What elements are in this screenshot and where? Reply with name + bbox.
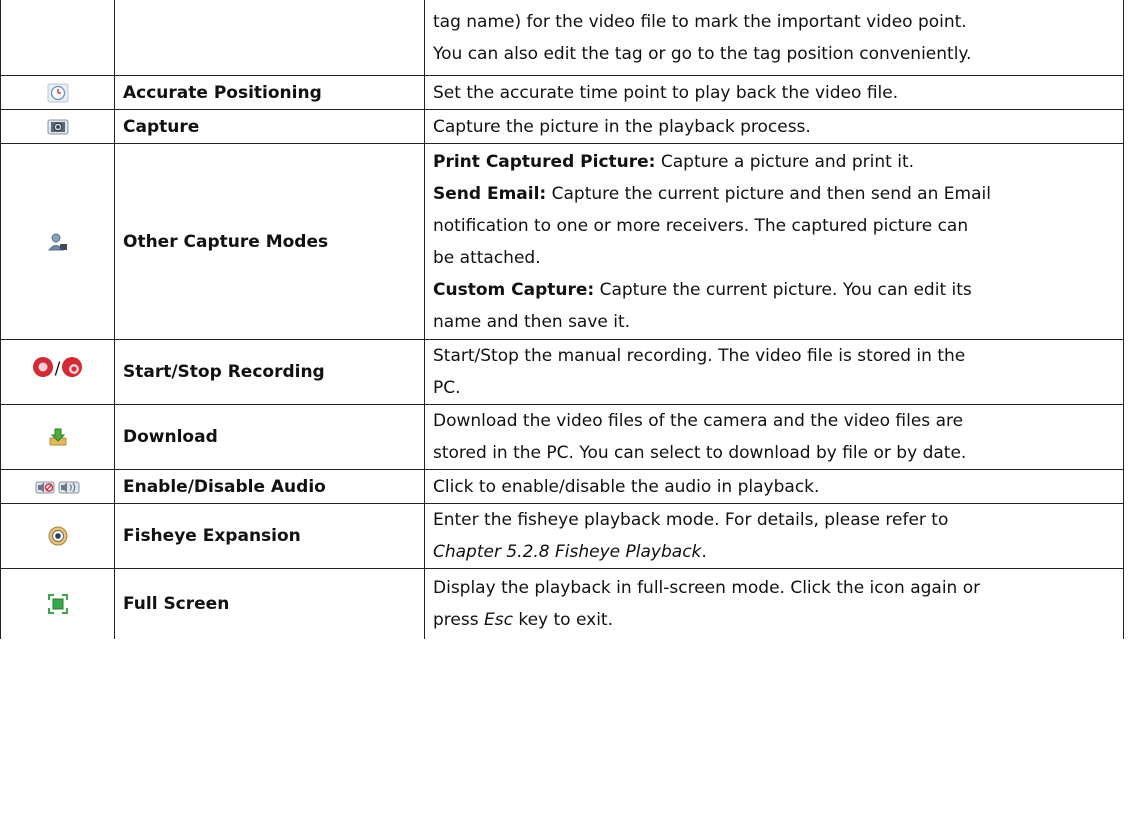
- description-line: Download the video files of the camera a…: [433, 411, 964, 431]
- feature-name: Fisheye Expansion: [114, 503, 425, 569]
- item-term: Custom Capture:: [433, 279, 595, 300]
- description-line: You can also edit the tag or go to the t…: [433, 43, 972, 64]
- table-row: Other Capture Modes Print Captured Pictu…: [0, 143, 1124, 340]
- table-row: tag name) for the video file to mark the…: [0, 0, 1124, 76]
- feature-name: Other Capture Modes: [114, 143, 425, 340]
- description-line: Set the accurate time point to play back…: [433, 82, 899, 103]
- desc-pre: press: [433, 610, 484, 630]
- record-start-stop-icon[interactable]: /: [32, 356, 84, 378]
- item-text: notification to one or more receivers. T…: [433, 215, 969, 236]
- table-row: Enable/Disable Audio Click to enable/dis…: [0, 469, 1124, 504]
- feature-description: tag name) for the video file to mark the…: [424, 0, 1124, 76]
- description-item: Custom Capture: Capture the current pict…: [433, 274, 1115, 306]
- table-row: Download Download the video files of the…: [0, 404, 1124, 470]
- fullscreen-icon[interactable]: [47, 594, 68, 614]
- feature-name: Download: [114, 404, 425, 470]
- desc-post: key to exit.: [512, 610, 613, 630]
- record-stop-icon[interactable]: [61, 356, 83, 378]
- description-line: Capture the picture in the playback proc…: [433, 116, 811, 137]
- user-capture-icon[interactable]: [47, 232, 68, 252]
- fisheye-icon[interactable]: [48, 526, 68, 546]
- feature-name: Start/Stop Recording: [114, 339, 425, 405]
- item-text: Capture the current picture. You can edi…: [594, 279, 972, 300]
- item-text: Capture the current picture and then sen…: [546, 183, 991, 204]
- feature-name: Enable/Disable Audio: [114, 469, 425, 504]
- feature-table: tag name) for the video file to mark the…: [0, 0, 1124, 639]
- description-item: Print Captured Picture: Capture a pictur…: [433, 146, 1115, 178]
- description-item: name and then save it.: [433, 306, 1115, 338]
- feature-name: Full Screen: [114, 568, 425, 639]
- item-text: Capture a picture and print it.: [655, 151, 915, 172]
- description-line: stored in the PC. You can select to down…: [433, 443, 967, 463]
- table-row: / Start/Stop Recording Start/Stop the ma…: [0, 339, 1124, 405]
- feature-name-empty: [114, 0, 425, 76]
- item-term: Print Captured Picture:: [433, 151, 656, 172]
- description-line: Start/Stop the manual recording. The vid…: [433, 346, 966, 366]
- table-row: Fisheye Expansion Enter the fisheye play…: [0, 503, 1124, 569]
- camera-icon[interactable]: [47, 118, 69, 136]
- item-text: name and then save it.: [433, 311, 631, 332]
- description-line: press Esc key to exit.: [433, 604, 1115, 636]
- description-item: notification to one or more receivers. T…: [433, 210, 1115, 242]
- table-row: Full Screen Display the playback in full…: [0, 568, 1124, 639]
- chapter-reference: Chapter 5.2.8 Fisheye Playback: [433, 542, 702, 562]
- table-row: Capture Capture the picture in the playb…: [0, 109, 1124, 144]
- table-row: Accurate Positioning Set the accurate ti…: [0, 75, 1124, 110]
- clock-icon[interactable]: [47, 83, 69, 103]
- audio-toggle-icon[interactable]: [35, 479, 81, 495]
- reference-end: .: [701, 542, 707, 562]
- item-term: Send Email:: [433, 183, 547, 204]
- description-line: PC.: [433, 378, 461, 398]
- description-line: Click to enable/disable the audio in pla…: [433, 476, 820, 497]
- record-start-icon[interactable]: [32, 356, 54, 378]
- description-line: tag name) for the video file to mark the…: [433, 11, 967, 32]
- description-item: be attached.: [433, 242, 1115, 274]
- feature-name: Capture: [114, 109, 425, 144]
- description-item: Send Email: Capture the current picture …: [433, 178, 1115, 210]
- key-name: Esc: [483, 610, 513, 630]
- download-icon[interactable]: [48, 427, 68, 447]
- description-line: Chapter 5.2.8 Fisheye Playback.: [433, 536, 1115, 568]
- description-line: Display the playback in full-screen mode…: [433, 578, 981, 598]
- description-line: Enter the fisheye playback mode. For det…: [433, 510, 949, 530]
- feature-name: Accurate Positioning: [114, 75, 425, 110]
- item-text: be attached.: [433, 247, 541, 268]
- icon-separator: /: [54, 358, 61, 379]
- icon-cell-empty: [0, 0, 115, 76]
